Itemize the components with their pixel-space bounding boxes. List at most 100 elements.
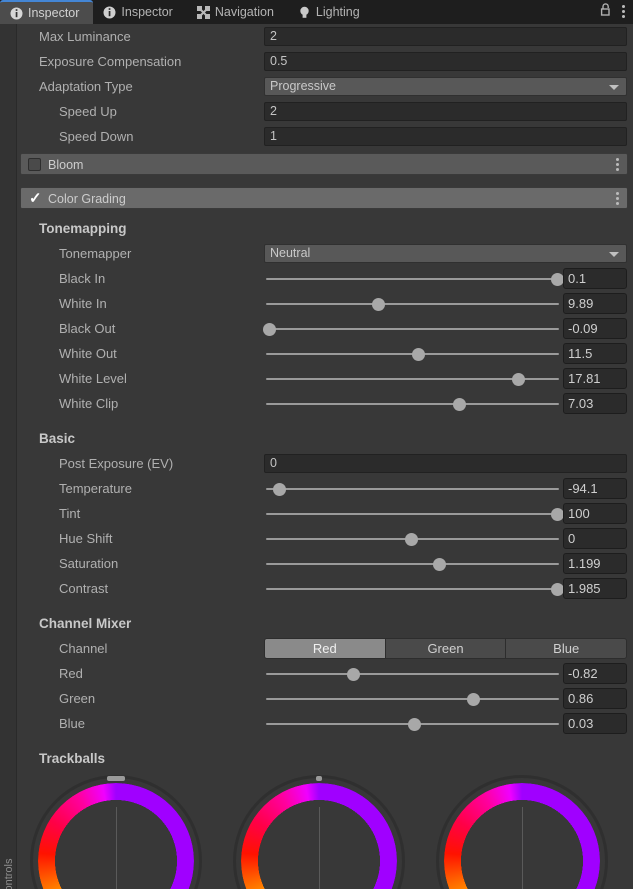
white-in-value[interactable]: 9.89	[563, 293, 627, 314]
white-in-slider[interactable]	[264, 291, 561, 316]
white-out-value[interactable]: 11.5	[563, 343, 627, 364]
kebab-menu-icon[interactable]	[616, 158, 619, 172]
row-white-out: White Out 11.5	[17, 341, 633, 366]
slider-knob[interactable]	[372, 298, 386, 311]
slider-knob[interactable]	[433, 558, 447, 571]
row-label: Black In	[59, 271, 106, 286]
slider-knob[interactable]	[550, 508, 564, 521]
slider-knob[interactable]	[412, 348, 426, 361]
color-grading-enabled-checkbox[interactable]	[28, 189, 42, 207]
info-icon	[10, 7, 23, 20]
effect-name: Color Grading	[48, 192, 126, 206]
adaptation-type-dropdown[interactable]: Progressive	[264, 77, 627, 96]
section-trackballs: Trackballs	[17, 746, 633, 771]
tab-navigation[interactable]: Navigation	[187, 0, 288, 24]
post-exposure-input[interactable]: 0	[264, 454, 627, 473]
hue-shift-slider[interactable]	[264, 526, 561, 551]
speed-up-input[interactable]: 2	[264, 102, 627, 121]
row-white-level: White Level 17.81	[17, 366, 633, 391]
row-label: Blue	[59, 716, 86, 731]
slider-knob[interactable]	[511, 373, 525, 386]
section-tonemapping: Tonemapping	[17, 216, 633, 241]
channel-option-red[interactable]: Red	[264, 638, 385, 659]
white-level-value[interactable]: 17.81	[563, 368, 627, 389]
channel-option-blue[interactable]: Blue	[505, 638, 628, 659]
white-clip-value[interactable]: 7.03	[563, 393, 627, 414]
dropdown-value: Neutral	[270, 246, 311, 260]
row-label: Speed Down	[59, 129, 134, 144]
trackball-slider-handle[interactable]	[316, 776, 322, 781]
row-label: Hue Shift	[59, 531, 113, 546]
tab-inspector-2[interactable]: Inspector	[93, 0, 186, 24]
row-hue-shift: Hue Shift 0	[17, 526, 633, 551]
effect-name: Bloom	[48, 158, 84, 172]
gamma-trackball[interactable]	[233, 769, 405, 889]
lock-icon[interactable]	[599, 2, 612, 22]
green-value[interactable]: 0.86	[563, 688, 627, 709]
row-channel: Channel Red Green Blue	[17, 636, 633, 661]
slider-track	[266, 673, 559, 675]
temperature-value[interactable]: -94.1	[563, 478, 627, 499]
blue-value[interactable]: 0.03	[563, 713, 627, 734]
saturation-slider[interactable]	[264, 551, 561, 576]
hue-shift-value[interactable]: 0	[563, 528, 627, 549]
exposure-compensation-input[interactable]: 0.5	[264, 52, 627, 71]
trackball-vertical-axis	[319, 807, 320, 889]
slider-track	[266, 513, 559, 515]
slider-knob[interactable]	[467, 693, 481, 706]
effect-header-bloom[interactable]: Bloom	[20, 153, 628, 175]
slider-knob[interactable]	[550, 273, 564, 286]
black-in-value[interactable]: 0.1	[563, 268, 627, 289]
trackball-slider-handle[interactable]	[107, 776, 125, 781]
max-luminance-input[interactable]: 2	[264, 27, 627, 46]
slider-knob[interactable]	[550, 583, 564, 596]
inspector-content: Max Luminance 2 Exposure Compensation 0.…	[17, 24, 633, 889]
white-out-slider[interactable]	[264, 341, 561, 366]
contrast-value[interactable]: 1.985	[563, 578, 627, 599]
channel-option-green[interactable]: Green	[384, 638, 506, 659]
gain-trackball[interactable]	[436, 769, 608, 889]
light-bulb-icon	[298, 6, 311, 19]
temperature-slider[interactable]	[264, 476, 561, 501]
contrast-slider[interactable]	[264, 576, 564, 601]
tonemapper-dropdown[interactable]: Neutral	[264, 244, 627, 263]
black-out-slider[interactable]	[263, 316, 561, 341]
white-clip-slider[interactable]	[264, 391, 561, 416]
tab-inspector-1[interactable]: Inspector	[0, 0, 94, 24]
row-label: Adaptation Type	[39, 79, 133, 94]
saturation-value[interactable]: 1.199	[563, 553, 627, 574]
trackball-vertical-axis	[522, 807, 523, 889]
row-temperature: Temperature -94.1	[17, 476, 633, 501]
slider-knob[interactable]	[347, 668, 361, 681]
bloom-enabled-checkbox[interactable]	[28, 158, 41, 171]
black-out-value[interactable]: -0.09	[563, 318, 627, 339]
lift-trackball[interactable]	[30, 769, 202, 889]
red-value[interactable]: -0.82	[563, 663, 627, 684]
row-tint: Tint 100	[17, 501, 633, 526]
kebab-menu-icon[interactable]	[622, 4, 625, 20]
tab-lighting[interactable]: Lighting	[288, 0, 374, 24]
tint-value[interactable]: 100	[563, 503, 627, 524]
trackball-group	[17, 769, 633, 889]
effect-header-color-grading[interactable]: Color Grading	[20, 187, 628, 209]
speed-down-input[interactable]: 1	[264, 127, 627, 146]
slider-knob[interactable]	[452, 398, 466, 411]
info-icon	[103, 6, 116, 19]
kebab-menu-icon[interactable]	[616, 192, 619, 206]
blue-slider[interactable]	[264, 711, 561, 736]
row-saturation: Saturation 1.199	[17, 551, 633, 576]
row-label: Contrast	[59, 581, 109, 596]
black-in-slider[interactable]	[264, 266, 564, 291]
slider-knob[interactable]	[273, 483, 287, 496]
row-white-clip: White Clip 7.03	[17, 391, 633, 416]
slider-knob[interactable]	[263, 323, 277, 336]
red-slider[interactable]	[264, 661, 561, 686]
white-level-slider[interactable]	[264, 366, 561, 391]
green-slider[interactable]	[264, 686, 561, 711]
slider-track	[266, 278, 559, 280]
unity-inspector-window: Inspector Inspector Navigation Lighting …	[0, 0, 633, 889]
slider-knob[interactable]	[407, 718, 421, 731]
slider-knob[interactable]	[405, 533, 418, 546]
section-channel-mixer: Channel Mixer	[17, 611, 633, 636]
tint-slider[interactable]	[264, 501, 564, 526]
